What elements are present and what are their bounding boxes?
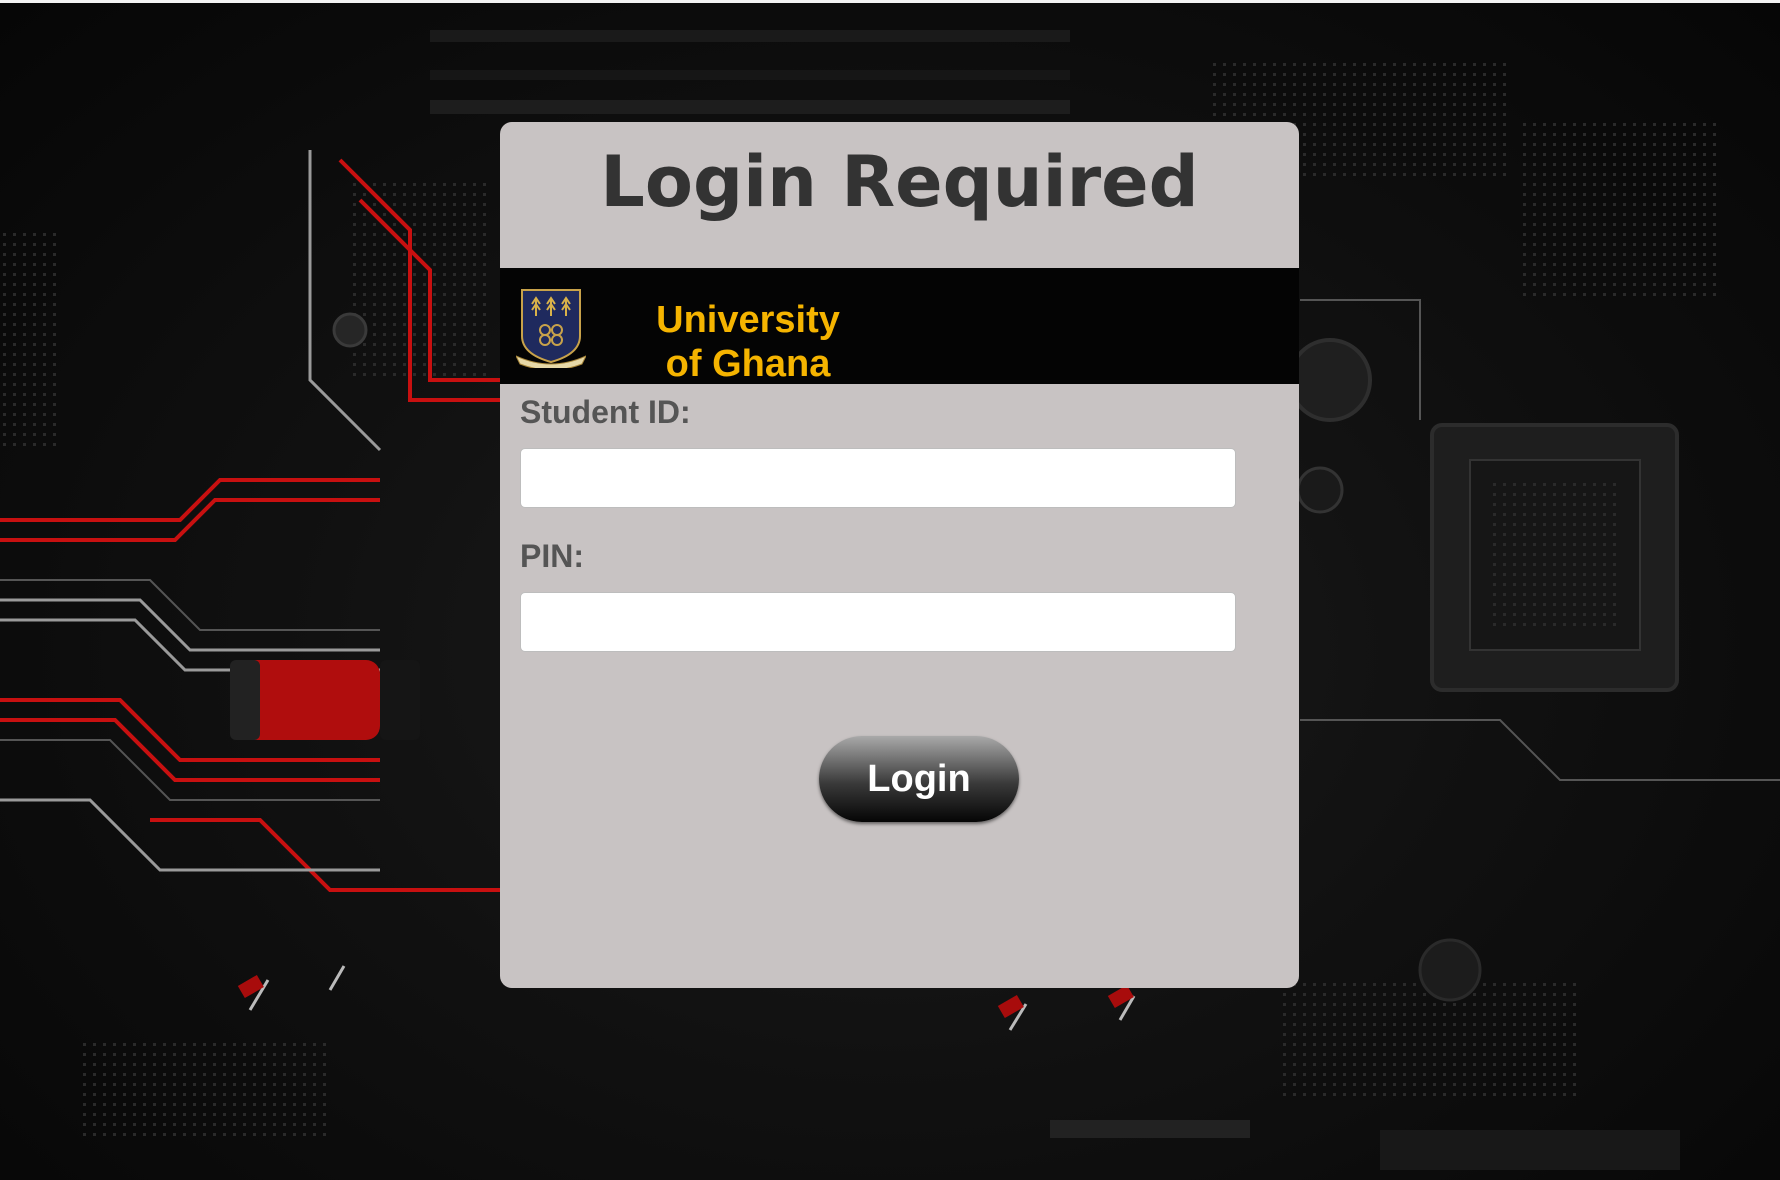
university-crest-icon	[516, 289, 586, 368]
student-id-input[interactable]	[520, 448, 1236, 508]
university-name: University of Ghana	[638, 298, 858, 386]
top-strip	[0, 0, 1780, 3]
login-button[interactable]: Login	[819, 736, 1019, 822]
pin-label: PIN:	[520, 538, 584, 574]
university-name-line1: University	[656, 299, 840, 341]
university-brand-bar: University of Ghana	[500, 268, 1299, 386]
page-title: Login Required	[600, 141, 1199, 223]
login-card: Login Required University of Ghana Stude…	[500, 122, 1299, 988]
university-name-line2: of Ghana	[665, 343, 831, 385]
student-id-label: Student ID:	[520, 394, 691, 430]
pin-input[interactable]	[520, 592, 1236, 652]
